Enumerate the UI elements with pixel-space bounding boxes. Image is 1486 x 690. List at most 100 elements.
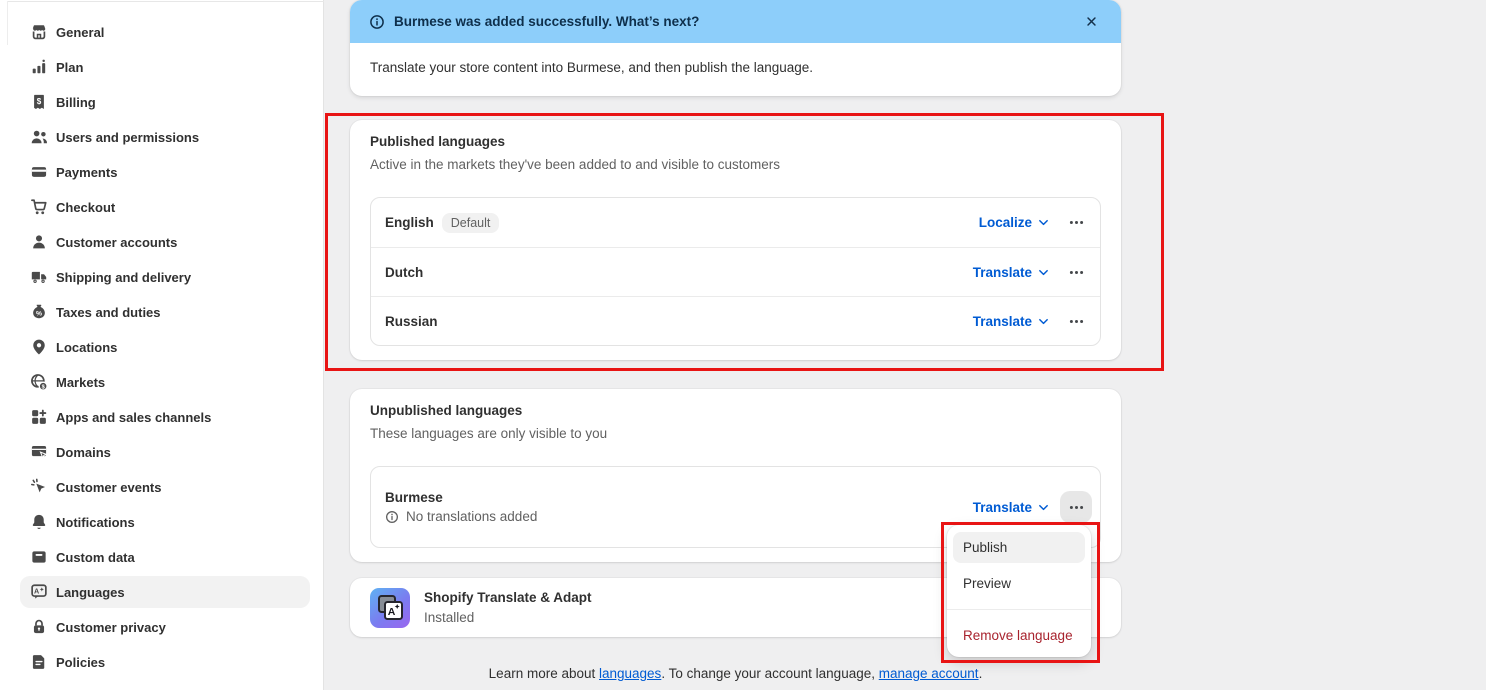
sidebar-item-label: Customer events (56, 480, 161, 495)
sidebar-item-label: Customer privacy (56, 620, 166, 635)
language-row-english: English Default Localize (371, 198, 1100, 247)
banner-header: Burmese was added successfully. What’s n… (350, 0, 1121, 43)
sidebar-item-taxes-and-duties[interactable]: % Taxes and duties (20, 296, 310, 328)
sidebar-item-plan[interactable]: Plan (20, 51, 310, 83)
translate-dropdown[interactable]: Translate (973, 314, 1050, 329)
markets-globe-icon: $ (30, 373, 48, 391)
info-icon (369, 14, 385, 30)
unpublished-card-subtitle: These languages are only visible to you (370, 424, 1101, 444)
footer-text: . To change your account language, (661, 666, 878, 681)
more-actions-button[interactable] (1060, 207, 1092, 239)
language-actions-menu: Publish Preview Remove language (947, 525, 1091, 657)
translate-label: Translate (973, 314, 1032, 329)
sidebar-item-label: Apps and sales channels (56, 410, 211, 425)
context-menu-items: Publish Preview (953, 532, 1085, 599)
published-languages-card: Published languages Active in the market… (350, 120, 1121, 360)
sidebar-item-label: Markets (56, 375, 105, 390)
app-title: Shopify Translate & Adapt (424, 588, 592, 608)
sidebar-item-label: Custom data (56, 550, 135, 565)
privacy-lock-icon (30, 618, 48, 636)
translate-dropdown[interactable]: Translate (973, 265, 1050, 280)
translate-dropdown[interactable]: Translate (973, 500, 1050, 515)
sidebar-item-customer-events[interactable]: Customer events (20, 471, 310, 503)
chevron-down-icon (1037, 501, 1050, 514)
unpublished-card-title: Unpublished languages (370, 401, 1101, 421)
languages-translate-icon: A (30, 583, 48, 601)
notifications-bell-icon (30, 513, 48, 531)
sidebar-item-users-and-permissions[interactable]: Users and permissions (20, 121, 310, 153)
language-row-russian: Russian Translate (371, 296, 1100, 345)
sidebar-nav: General Plan $Billing Users and permissions… (0, 16, 323, 678)
sidebar-item-label: General (56, 25, 104, 40)
sidebar-item-policies[interactable]: Policies (20, 646, 310, 678)
sidebar-item-billing[interactable]: $Billing (20, 86, 310, 118)
svg-text:$: $ (37, 97, 42, 106)
language-name: Dutch (385, 265, 423, 280)
plan-icon (30, 58, 48, 76)
sidebar-item-notifications[interactable]: Notifications (20, 506, 310, 538)
sidebar-item-label: Shipping and delivery (56, 270, 191, 285)
chevron-down-icon (1037, 216, 1050, 229)
translate-adapt-app-icon: A (370, 588, 410, 628)
translate-label: Translate (973, 265, 1032, 280)
menu-item-preview[interactable]: Preview (953, 568, 1085, 599)
sidebar-item-payments[interactable]: Payments (20, 156, 310, 188)
storefront-icon (30, 23, 48, 41)
sidebar-item-languages[interactable]: A Languages (20, 576, 310, 608)
close-icon[interactable] (1077, 8, 1105, 36)
sidebar-item-label: Checkout (56, 200, 115, 215)
language-name: English (385, 215, 434, 230)
billing-icon: $ (30, 93, 48, 111)
languages-link[interactable]: languages (599, 666, 661, 681)
sidebar-item-label: Customer accounts (56, 235, 177, 250)
policies-document-icon (30, 653, 48, 671)
manage-account-link[interactable]: manage account (879, 666, 979, 681)
sidebar-item-markets[interactable]: $ Markets (20, 366, 310, 398)
sidebar-item-label: Payments (56, 165, 117, 180)
more-actions-button-open[interactable] (1060, 491, 1092, 523)
custom-data-icon (30, 548, 48, 566)
sidebar-item-label: Notifications (56, 515, 135, 530)
sidebar-item-label: Locations (56, 340, 117, 355)
info-icon (385, 510, 399, 524)
sidebar-item-label: Plan (56, 60, 83, 75)
published-card-subtitle: Active in the markets they've been added… (370, 155, 1101, 175)
translation-status: No translations added (406, 509, 537, 524)
banner-title: Burmese was added successfully. What’s n… (394, 14, 1077, 29)
localize-label: Localize (979, 215, 1032, 230)
sidebar-top-divider (7, 1, 324, 2)
domains-icon (30, 443, 48, 461)
locations-pin-icon (30, 338, 48, 356)
sidebar-item-shipping-and-delivery[interactable]: Shipping and delivery (20, 261, 310, 293)
sidebar-item-general[interactable]: General (20, 16, 310, 48)
translate-label: Translate (973, 500, 1032, 515)
checkout-cart-icon (30, 198, 48, 216)
language-name: Burmese (385, 490, 537, 505)
payments-icon (30, 163, 48, 181)
success-banner: Burmese was added successfully. What’s n… (350, 0, 1121, 96)
app-installed-status: Installed (424, 608, 592, 628)
sidebar-item-apps-and-sales-channels[interactable]: Apps and sales channels (20, 401, 310, 433)
more-actions-button[interactable] (1060, 305, 1092, 337)
menu-item-remove-language[interactable]: Remove language (953, 620, 1085, 651)
sidebar-item-label: Users and permissions (56, 130, 199, 145)
sidebar-item-locations[interactable]: Locations (20, 331, 310, 363)
chevron-down-icon (1037, 266, 1050, 279)
shipping-truck-icon (30, 268, 48, 286)
sidebar-item-domains[interactable]: Domains (20, 436, 310, 468)
footer-help-text: Learn more about languages. To change yo… (350, 665, 1121, 683)
footer-text: Learn more about (489, 666, 599, 681)
sidebar-item-custom-data[interactable]: Custom data (20, 541, 310, 573)
sidebar-item-label: Languages (56, 585, 125, 600)
menu-item-publish[interactable]: Publish (953, 532, 1085, 563)
sidebar-item-label: Taxes and duties (56, 305, 161, 320)
sidebar-item-customer-accounts[interactable]: Customer accounts (20, 226, 310, 258)
svg-text:A: A (34, 586, 39, 595)
sidebar-item-checkout[interactable]: Checkout (20, 191, 310, 223)
localize-dropdown[interactable]: Localize (979, 215, 1050, 230)
sidebar-item-customer-privacy[interactable]: Customer privacy (20, 611, 310, 643)
taxes-moneybag-icon: % (30, 303, 48, 321)
more-actions-button[interactable] (1060, 256, 1092, 288)
sidebar-left-divider (7, 1, 8, 45)
users-icon (30, 128, 48, 146)
